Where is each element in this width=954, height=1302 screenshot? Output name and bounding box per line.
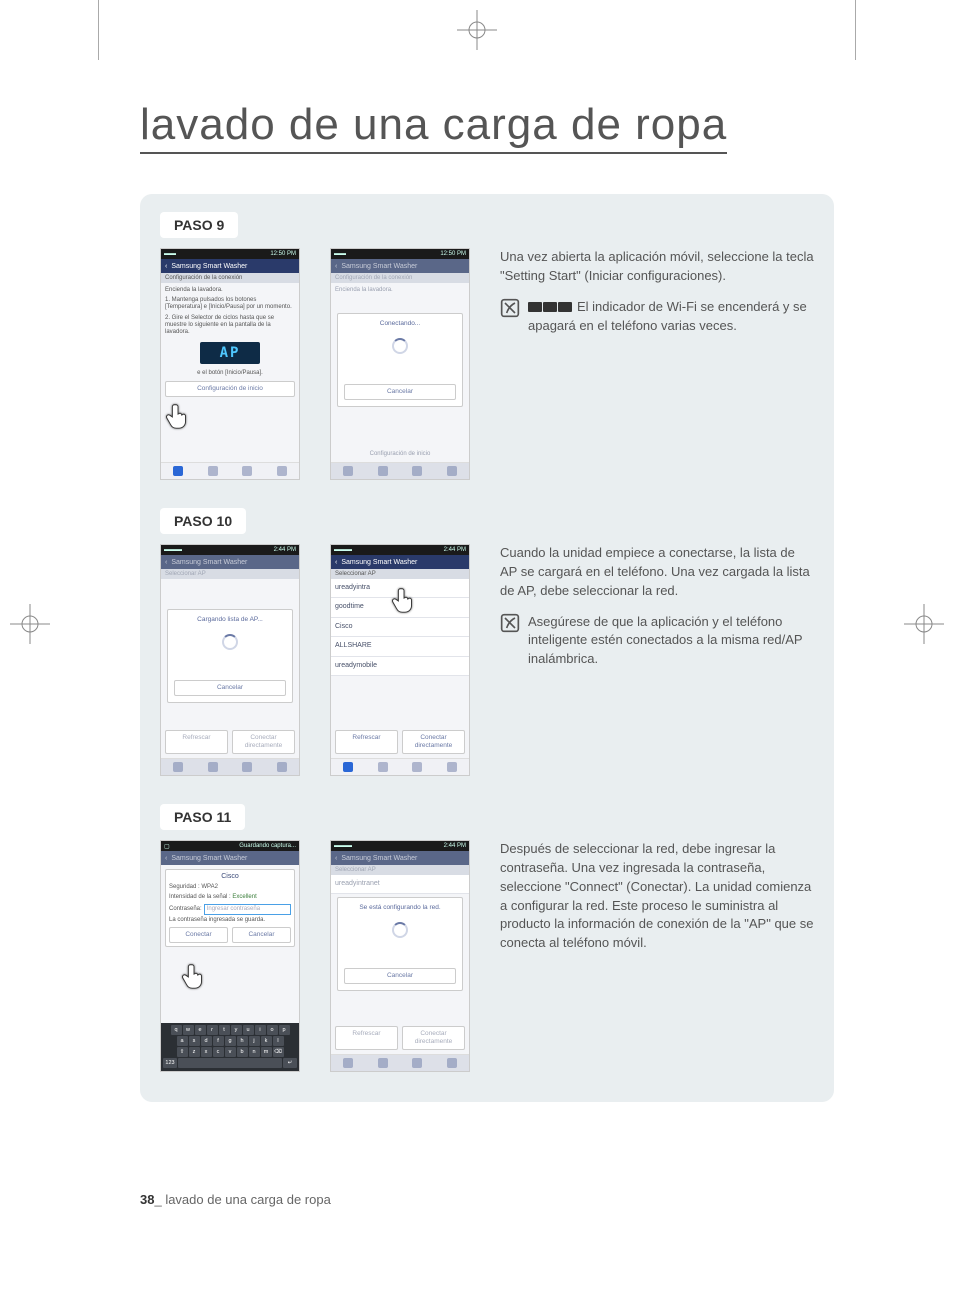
- wifi-signal-battery-icons: [528, 298, 573, 317]
- refresh-button[interactable]: Refrescar: [335, 730, 398, 754]
- start-config-button[interactable]: Configuración de inicio: [165, 381, 295, 397]
- spinner-icon: [392, 922, 408, 938]
- spinner-icon: [392, 338, 408, 354]
- hand-pointer-icon: [179, 961, 209, 991]
- hand-pointer-icon: [163, 401, 193, 431]
- washer-display-ap: AP: [200, 342, 260, 364]
- page-title: lavado de una carga de ropa: [140, 100, 727, 154]
- step-11-pill: PASO 11: [160, 804, 245, 830]
- password-input[interactable]: Ingresar contraseña: [204, 904, 291, 915]
- page-footer: 38_ lavado de una carga de ropa: [140, 1192, 834, 1207]
- configuring-modal: Se está configurando la red. Cancelar: [337, 897, 463, 991]
- step-11-screenshot-left: ▢Guardando captura... ‹Samsung Smart Was…: [160, 840, 300, 1072]
- cancel-button[interactable]: Cancelar: [174, 680, 286, 696]
- step-9-description: Una vez abierta la aplicación móvil, sel…: [500, 248, 814, 286]
- step-10-pill: PASO 10: [160, 508, 246, 534]
- connecting-modal: Conectando... Cancelar: [337, 313, 463, 407]
- step-9-screenshot-left: ▬▬12:50 PM ‹Samsung Smart Washer Configu…: [160, 248, 300, 480]
- step-10-note: Asegúrese de que la aplicación y el telé…: [528, 613, 814, 670]
- ap-item[interactable]: ALLSHARE: [331, 637, 469, 656]
- connect-button[interactable]: Conectar: [169, 927, 228, 943]
- ap-item[interactable]: Cisco: [331, 618, 469, 637]
- on-screen-keyboard[interactable]: qwertyuiop asdfghjkl ⇧zxcvbnm⌫ 123↵: [161, 1023, 299, 1071]
- page-number: 38: [140, 1192, 154, 1207]
- loading-ap-modal: Cargando lista de AP... Cancelar: [167, 609, 293, 703]
- back-icon: ‹: [165, 263, 167, 270]
- step-10: PASO 10 ▬▬▬2:44 PM ‹Samsung Smart Washer…: [160, 508, 814, 776]
- step-9-note: El indicador de Wi-Fi se encenderá y se …: [528, 298, 814, 336]
- content-panel: PASO 9 ▬▬12:50 PM ‹Samsung Smart Washer …: [140, 194, 834, 1102]
- hand-pointer-icon: [389, 585, 419, 615]
- connect-direct-button[interactable]: Conectar directamente: [402, 730, 465, 754]
- cancel-button[interactable]: Cancelar: [232, 927, 291, 943]
- step-10-screenshot-right: ▬▬▬2:44 PM ‹Samsung Smart Washer Selecci…: [330, 544, 470, 776]
- running-head: lavado de una carga de ropa: [165, 1192, 331, 1207]
- ap-item[interactable]: ureadymobile: [331, 657, 469, 676]
- cancel-button[interactable]: Cancelar: [344, 968, 456, 984]
- spinner-icon: [222, 634, 238, 650]
- step-11-description: Después de seleccionar la red, debe ingr…: [500, 840, 814, 953]
- step-9-pill: PASO 9: [160, 212, 238, 238]
- step-9: PASO 9 ▬▬12:50 PM ‹Samsung Smart Washer …: [160, 212, 814, 480]
- note-icon: [500, 613, 520, 633]
- step-11: PASO 11 ▢Guardando captura... ‹Samsung S…: [160, 804, 814, 1072]
- step-10-description: Cuando la unidad empiece a conectarse, l…: [500, 544, 814, 601]
- cancel-button[interactable]: Cancelar: [344, 384, 456, 400]
- step-9-screenshot-right: ▬▬12:50 PM ‹Samsung Smart Washer Configu…: [330, 248, 470, 480]
- note-icon: [500, 298, 520, 318]
- step-10-screenshot-left: ▬▬▬2:44 PM ‹Samsung Smart Washer Selecci…: [160, 544, 300, 776]
- step-11-screenshot-right: ▬▬▬2:44 PM ‹Samsung Smart Washer Selecci…: [330, 840, 470, 1072]
